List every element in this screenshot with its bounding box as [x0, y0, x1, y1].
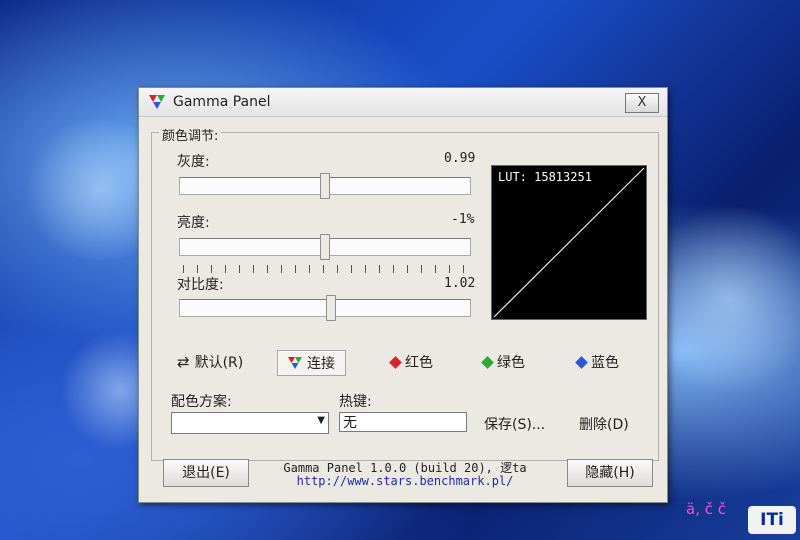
default-button[interactable]: ⇄ 默认(R) — [177, 350, 243, 374]
link-button[interactable]: 连接 — [277, 350, 346, 376]
red-diamond-icon — [389, 355, 402, 369]
window-title: Gamma Panel — [173, 94, 271, 110]
close-button[interactable]: X — [625, 93, 659, 113]
scheme-label: 配色方案: — [171, 394, 232, 410]
scheme-dropdown[interactable]: ▼ — [171, 412, 329, 434]
link-label: 连接 — [307, 356, 335, 372]
green-label: 绿色 — [497, 355, 525, 371]
delete-button[interactable]: 删除(D) — [579, 414, 629, 434]
blue-diamond-icon — [575, 355, 588, 369]
hotkey-label: 热键: — [339, 394, 372, 410]
gamma-panel-window: Gamma Panel X 颜色调节: 灰度: 0.99 亮度: -1% 对比度… — [138, 87, 668, 503]
green-button[interactable]: 绿色 — [481, 350, 525, 374]
brightness-ticks — [183, 265, 469, 273]
site-logo: ITi — [748, 506, 796, 534]
hide-button[interactable]: 隐藏(H) — [567, 459, 653, 487]
save-button[interactable]: 保存(S)... — [484, 414, 545, 434]
lut-curve — [493, 167, 645, 318]
brightness-value: -1% — [451, 212, 475, 227]
gray-value: 0.99 — [444, 151, 476, 166]
watermark-text: ä, č č — [686, 500, 726, 518]
title-bar[interactable]: Gamma Panel X — [139, 88, 667, 117]
lut-label: LUT: 15813251 — [498, 170, 592, 184]
exit-button[interactable]: 退出(E) — [163, 459, 249, 487]
contrast-slider-thumb[interactable] — [325, 295, 336, 321]
rgb-diamond-icon — [288, 357, 302, 369]
contrast-label: 对比度: — [177, 277, 224, 293]
footer-link[interactable]: http://www.stars.benchmark.pl/ — [265, 474, 545, 488]
lut-graph: LUT: 15813251 — [491, 165, 647, 320]
gray-slider-thumb[interactable] — [320, 173, 330, 199]
brightness-label: 亮度: — [177, 215, 210, 231]
brightness-slider-thumb[interactable] — [320, 234, 330, 260]
blue-label: 蓝色 — [591, 355, 619, 371]
chevron-down-icon: ▼ — [317, 415, 325, 426]
contrast-value: 1.02 — [444, 276, 476, 291]
gamma-panel-icon — [149, 95, 165, 109]
close-icon: X — [637, 95, 647, 110]
blue-button[interactable]: 蓝色 — [575, 350, 619, 374]
default-label: 默认(R) — [194, 355, 244, 371]
red-label: 红色 — [405, 355, 433, 371]
color-adjust-group-title: 颜色调节: — [159, 125, 222, 144]
refresh-icon: ⇄ — [177, 353, 190, 371]
gray-label: 灰度: — [177, 154, 210, 170]
hotkey-field[interactable]: 无 — [339, 412, 467, 432]
red-button[interactable]: 红色 — [389, 350, 433, 374]
green-diamond-icon — [481, 355, 494, 369]
